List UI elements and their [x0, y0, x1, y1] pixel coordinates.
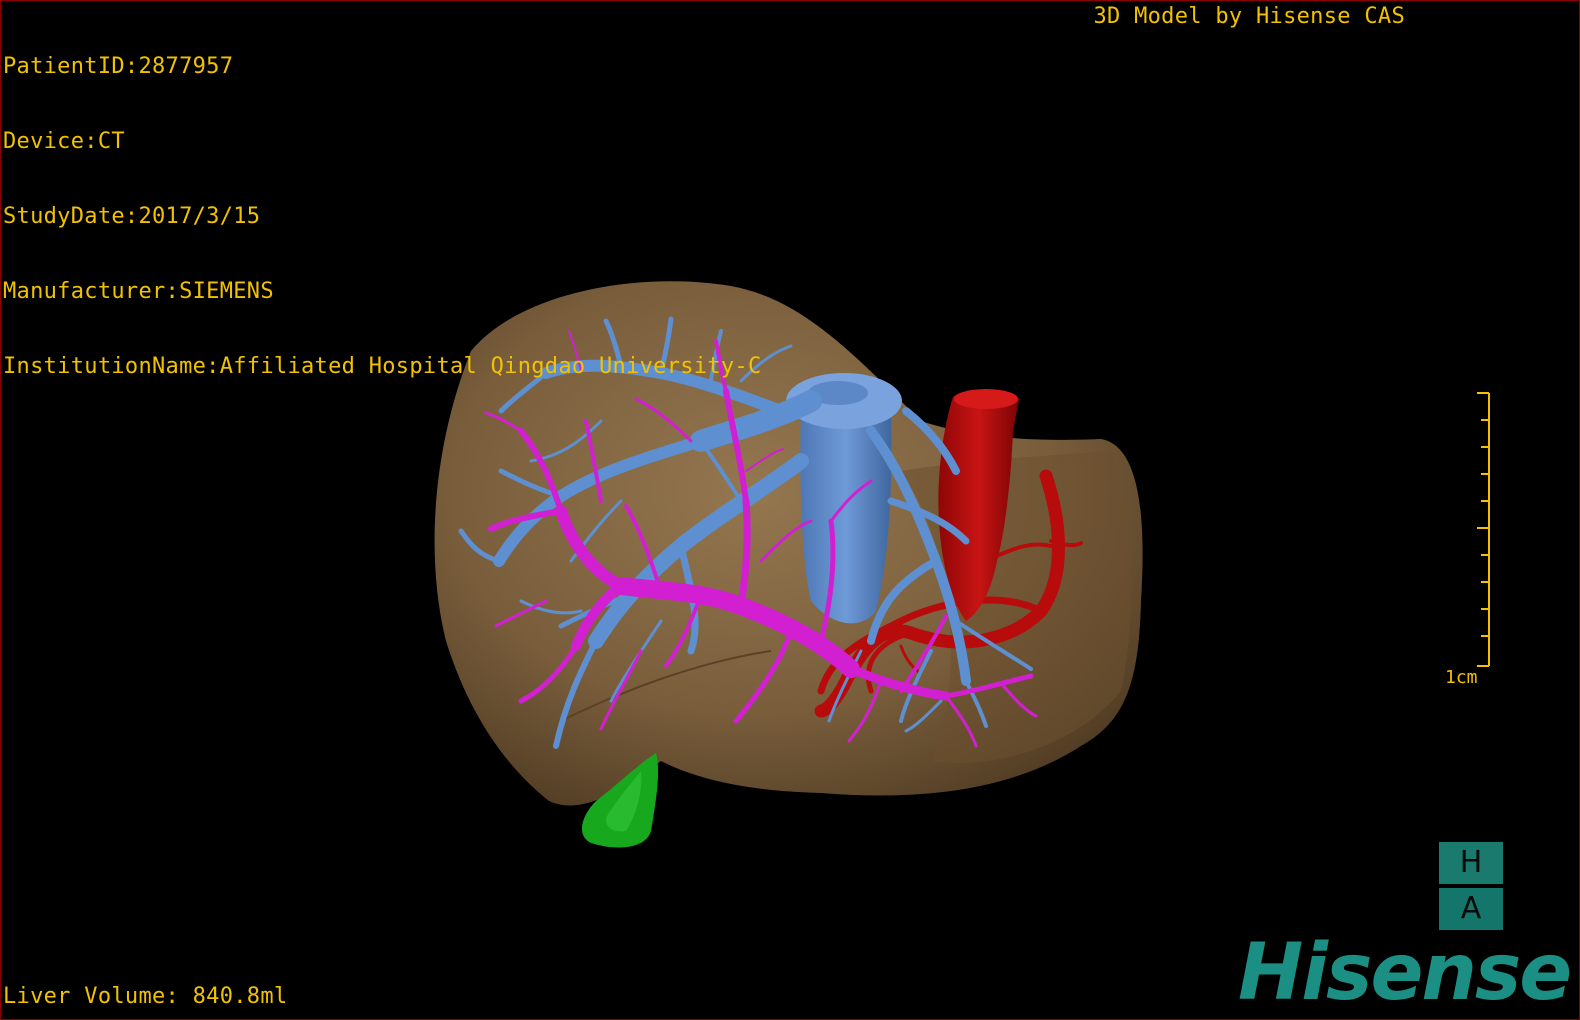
institution-text: InstitutionName:Affiliated Hospital Qing… [3, 354, 762, 379]
orientation-face-bottom[interactable]: A [1439, 888, 1503, 930]
dicom-info-overlay: PatientID:2877957 Device:CT StudyDate:20… [3, 4, 762, 429]
orientation-cube[interactable]: H A [1439, 842, 1503, 930]
scale-bar-label: 1cm [1445, 667, 1478, 688]
hisense-logo: Hisense [1238, 928, 1572, 1018]
study-date-text: StudyDate:2017/3/15 [3, 204, 261, 229]
patient-id-text: PatientID:2877957 [3, 54, 234, 79]
aorta-opening [954, 389, 1018, 409]
liver-volume-text: Liver Volume: 840.8ml [3, 984, 288, 1009]
model-credit-text: 3D Model by Hisense CAS [1093, 4, 1405, 29]
manufacturer-text: Manufacturer:SIEMENS [3, 279, 274, 304]
scale-bar [1477, 392, 1490, 667]
device-text: Device:CT [3, 129, 125, 154]
orientation-face-top[interactable]: H [1439, 842, 1503, 884]
3d-viewport[interactable]: PatientID:2877957 Device:CT StudyDate:20… [0, 0, 1580, 1020]
